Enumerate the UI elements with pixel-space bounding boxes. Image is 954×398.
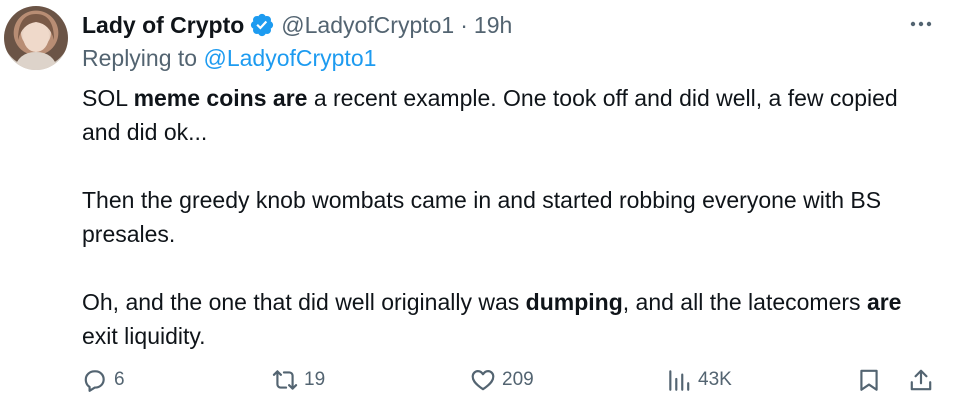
repost-icon bbox=[272, 370, 298, 390]
more-icon[interactable] bbox=[904, 10, 938, 38]
author-handle[interactable]: @LadyofCrypto1 bbox=[281, 12, 454, 39]
text-run: Oh, and the one that did well originally… bbox=[82, 289, 526, 315]
tweet-paragraph-3: Oh, and the one that did well originally… bbox=[82, 285, 932, 353]
replying-to-label: Replying to bbox=[82, 45, 198, 71]
action-bar: 6 19 209 43K bbox=[82, 362, 938, 398]
timestamp[interactable]: 19h bbox=[474, 12, 512, 39]
bold-run: are bbox=[866, 289, 902, 315]
views-icon bbox=[669, 370, 690, 391]
repost-count: 19 bbox=[304, 369, 326, 390]
replying-to: Replying to @LadyofCrypto1 bbox=[82, 45, 376, 72]
bookmark-icon bbox=[860, 369, 878, 391]
views-button[interactable]: 43K bbox=[666, 362, 732, 398]
share-button[interactable] bbox=[908, 362, 934, 398]
reply-button[interactable]: 6 bbox=[82, 362, 125, 398]
reply-mention-link[interactable]: @LadyofCrypto1 bbox=[203, 45, 376, 71]
like-icon bbox=[471, 370, 495, 391]
bookmark-button[interactable] bbox=[856, 362, 882, 398]
tweet-paragraph-2: Then the greedy knob wombats came in and… bbox=[82, 187, 882, 247]
reply-count: 6 bbox=[114, 369, 125, 390]
text-run: SOL bbox=[82, 85, 134, 111]
text-run: , and all the latecomers bbox=[622, 289, 867, 315]
views-count: 43K bbox=[698, 369, 732, 390]
tweet-paragraph-1: SOL meme coins are a recent example. One… bbox=[82, 81, 932, 149]
author-name[interactable]: Lady of Crypto bbox=[82, 12, 244, 39]
bold-run: meme coins are bbox=[133, 85, 308, 111]
text-run: exit liquidity. bbox=[82, 323, 206, 349]
reply-icon bbox=[84, 370, 105, 392]
avatar[interactable] bbox=[4, 6, 68, 70]
like-button[interactable]: 209 bbox=[470, 362, 534, 398]
tweet-header: Lady of Crypto @LadyofCrypto1 · 19h bbox=[82, 8, 894, 42]
separator-dot: · bbox=[460, 11, 468, 38]
verified-badge-icon bbox=[249, 12, 275, 38]
bold-run: dumping bbox=[525, 289, 623, 315]
tweet-text: SOL meme coins are a recent example. One… bbox=[82, 81, 932, 353]
repost-button[interactable]: 19 bbox=[272, 362, 325, 398]
share-icon bbox=[910, 369, 932, 391]
like-count: 209 bbox=[502, 369, 534, 390]
